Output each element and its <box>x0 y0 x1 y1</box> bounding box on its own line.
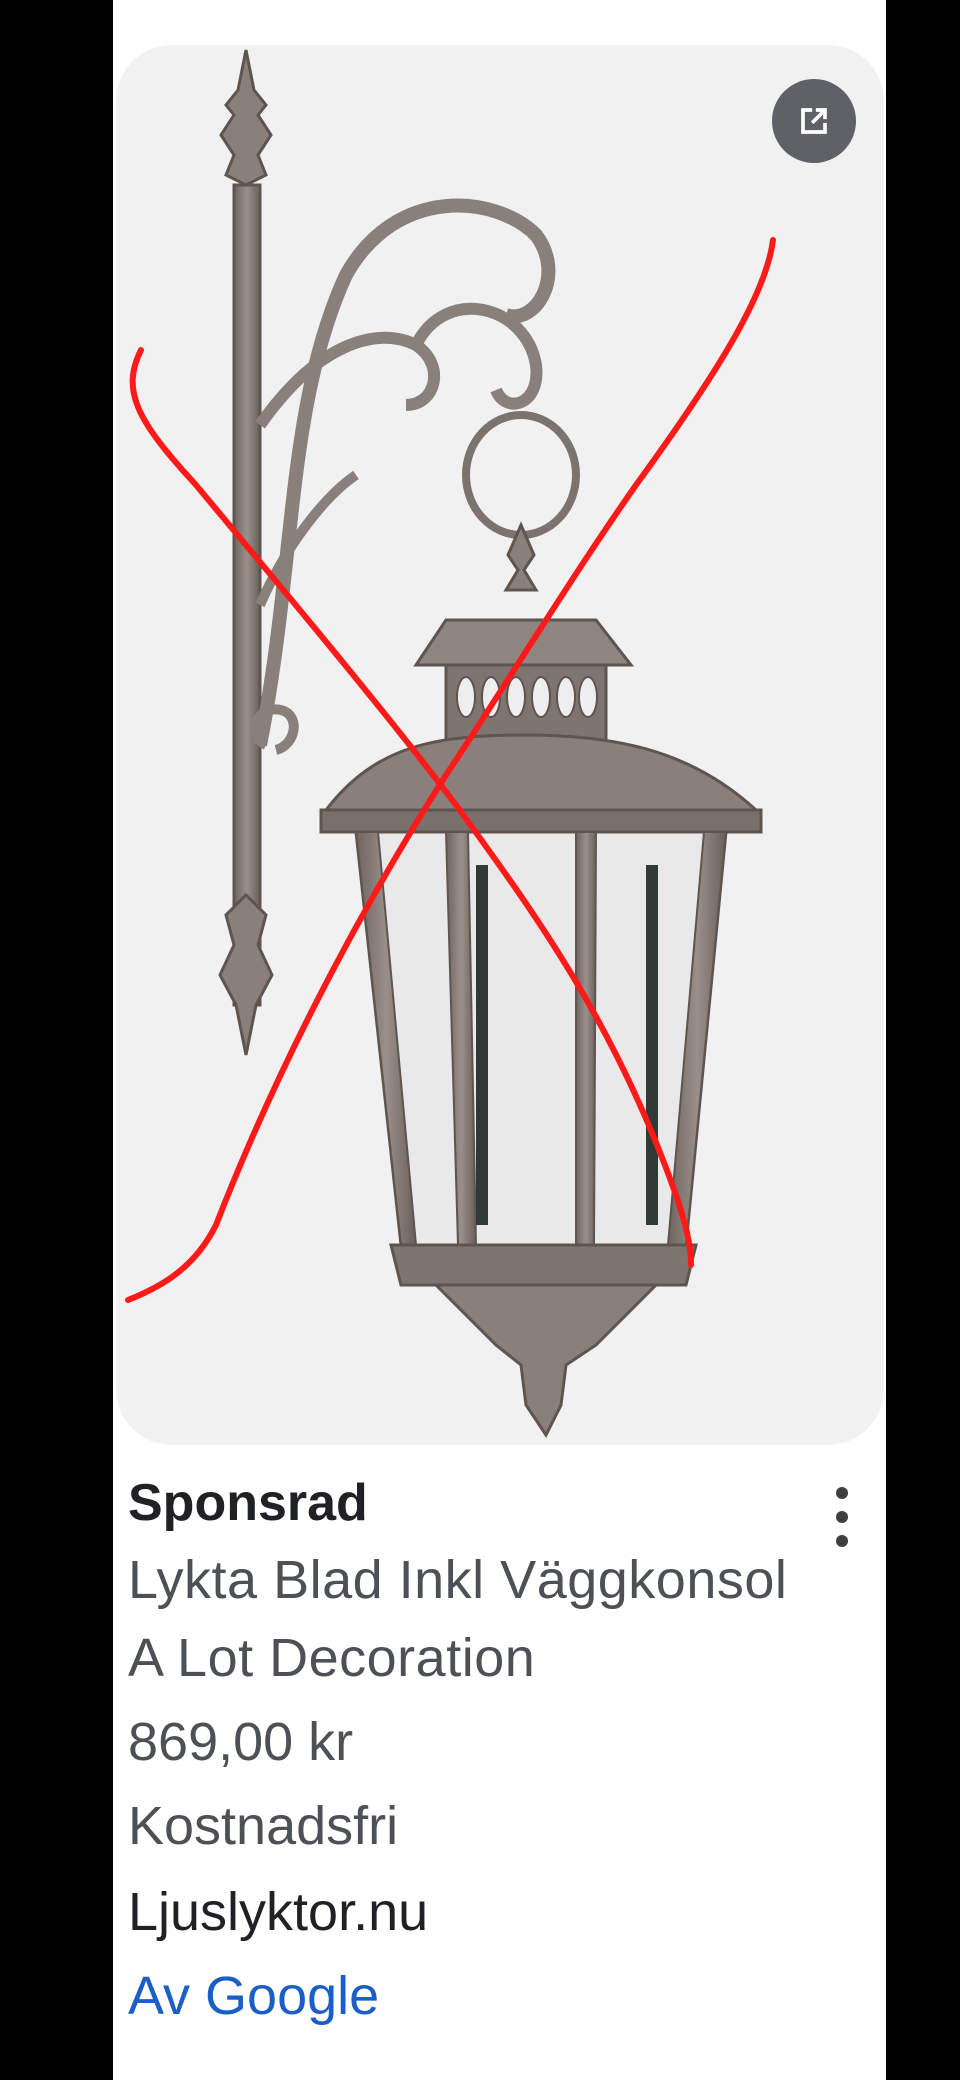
open-in-new-button[interactable] <box>772 79 856 163</box>
product-image[interactable] <box>116 45 884 1445</box>
store-name: Ljuslyktor.nu <box>128 1882 429 1942</box>
product-price: 869,00 kr <box>128 1712 354 1772</box>
more-vert-icon <box>836 1487 848 1499</box>
product-title[interactable]: Lykta Blad Inkl Väggkonsol <box>128 1549 787 1611</box>
by-google-link[interactable]: Av Google <box>128 1965 379 2027</box>
shipping-info: Kostnadsfri <box>128 1796 399 1856</box>
more-vert-icon-dot <box>836 1535 848 1547</box>
screen: Sponsrad Lykta Blad Inkl Väggkonsol A Lo… <box>0 0 960 2080</box>
lantern-illustration <box>125 49 776 1438</box>
merchant-name: A Lot Decoration <box>128 1628 536 1688</box>
more-vert-icon-dot <box>836 1511 848 1523</box>
product-card[interactable]: Sponsrad Lykta Blad Inkl Väggkonsol A Lo… <box>113 0 886 2080</box>
open-in-new-icon <box>801 108 827 134</box>
more-options-button[interactable] <box>824 1487 860 1547</box>
sponsored-label: Sponsrad <box>128 1474 368 1532</box>
